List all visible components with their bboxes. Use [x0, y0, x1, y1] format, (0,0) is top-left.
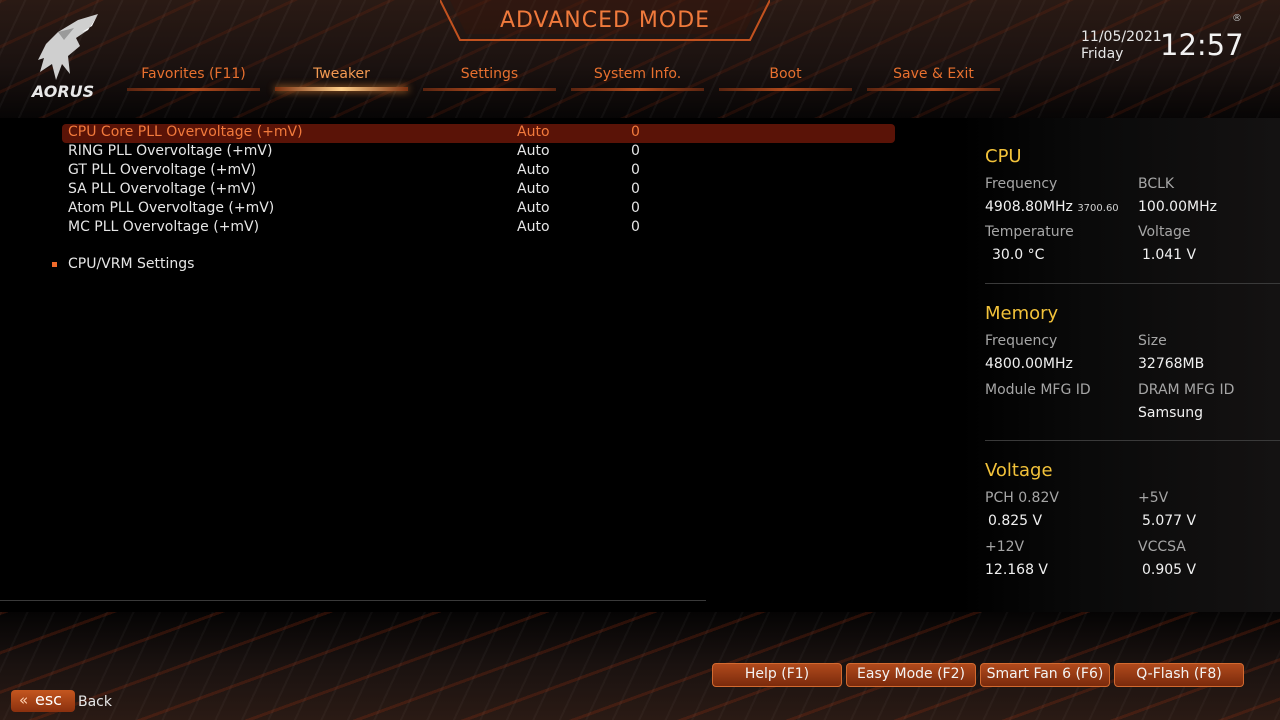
smart-fan-button[interactable]: Smart Fan 6 (F6) [980, 663, 1110, 687]
back-label[interactable]: Back [78, 694, 112, 710]
setting-label: GT PLL Overvoltage (+mV) [68, 162, 257, 178]
panel-separator [985, 283, 1280, 284]
memory-frequency-value: 4800.00MHz [985, 356, 1073, 372]
memory-frequency-label: Frequency [985, 333, 1058, 349]
setting-option: Auto [517, 200, 550, 216]
help-divider [0, 600, 706, 601]
setting-value: 0 [631, 219, 640, 235]
pch-value: 0.825 V [988, 513, 1043, 529]
cpu-voltage-value: 1.041 V [1142, 247, 1197, 263]
setting-value: 0 [631, 162, 640, 178]
cpu-frequency-label: Frequency [985, 176, 1058, 192]
p5v-label: +5V [1138, 490, 1169, 506]
submenu-label: CPU/VRM Settings [68, 256, 195, 272]
setting-label: MC PLL Overvoltage (+mV) [68, 219, 260, 235]
setting-row-sa-pll[interactable]: SA PLL Overvoltage (+mV) Auto 0 [62, 181, 895, 200]
setting-option: Auto [517, 124, 550, 140]
tab-underline [275, 87, 408, 91]
setting-row-cpu-core-pll[interactable]: CPU Core PLL Overvoltage (+mV) Auto 0 [62, 124, 895, 143]
setting-value: 0 [631, 124, 640, 140]
tab-label: Tweaker [313, 66, 370, 82]
tab-underline [423, 88, 556, 91]
panel-separator [985, 440, 1280, 441]
tab-underline [127, 88, 260, 91]
cpu-voltage-label: Voltage [1138, 224, 1191, 240]
setting-option: Auto [517, 162, 550, 178]
p12v-value: 12.168 V [985, 562, 1049, 578]
setting-value: 0 [631, 143, 640, 159]
tab-label: Favorites (F11) [141, 66, 246, 82]
tab-label: System Info. [593, 66, 682, 82]
setting-row-gt-pll[interactable]: GT PLL Overvoltage (+mV) Auto 0 [62, 162, 895, 181]
tab-label: Boot [769, 66, 802, 82]
setting-row-atom-pll[interactable]: Atom PLL Overvoltage (+mV) Auto 0 [62, 200, 895, 219]
cpu-frequency-value: 4908.80MHz 3700.60 [985, 199, 1119, 215]
cpu-heading: CPU [985, 146, 1022, 167]
setting-option: Auto [517, 143, 550, 159]
setting-label: CPU Core PLL Overvoltage (+mV) [68, 124, 303, 140]
tab-label: Save & Exit [893, 66, 974, 82]
esc-label: esc [35, 690, 62, 709]
vccsa-value: 0.905 V [1142, 562, 1197, 578]
tab-settings[interactable]: Settings [423, 66, 556, 91]
setting-value: 0 [631, 181, 640, 197]
cpu-frequency-sub: 3700.60 [1077, 203, 1119, 214]
pch-label: PCH 0.82V [985, 490, 1059, 506]
memory-heading: Memory [985, 303, 1059, 324]
help-button[interactable]: Help (F1) [712, 663, 842, 687]
p12v-label: +12V [985, 539, 1025, 555]
tab-underline [867, 88, 1000, 91]
submenu-bullet-icon [52, 262, 57, 267]
tab-underline [719, 88, 852, 91]
setting-row-ring-pll[interactable]: RING PLL Overvoltage (+mV) Auto 0 [62, 143, 895, 162]
p5v-value: 5.077 V [1142, 513, 1197, 529]
clock: 12:57 [1160, 28, 1244, 62]
registered-mark: ® [1232, 13, 1242, 24]
bclk-value: 100.00MHz [1138, 199, 1217, 215]
setting-label: Atom PLL Overvoltage (+mV) [68, 200, 275, 216]
brand-logo-text: AORUS [31, 82, 95, 101]
setting-label: RING PLL Overvoltage (+mV) [68, 143, 273, 159]
page-title: ADVANCED MODE [499, 8, 711, 33]
setting-row-mc-pll[interactable]: MC PLL Overvoltage (+mV) Auto 0 [62, 219, 895, 238]
tab-tweaker[interactable]: Tweaker [275, 66, 408, 91]
tab-save-exit[interactable]: Save & Exit [867, 66, 1000, 91]
dram-mfg-label: DRAM MFG ID [1138, 382, 1235, 398]
cpu-temperature-label: Temperature [985, 224, 1074, 240]
tab-favorites[interactable]: Favorites (F11) [127, 66, 260, 91]
day-text: Friday [1081, 46, 1124, 62]
settings-list: CPU Core PLL Overvoltage (+mV) Auto 0 RI… [62, 124, 895, 238]
date-text: 11/05/2021 [1081, 29, 1162, 45]
double-chevron-left-icon: « [19, 691, 29, 709]
tab-boot[interactable]: Boot [719, 66, 852, 91]
bclk-label: BCLK [1138, 176, 1175, 192]
easy-mode-button[interactable]: Easy Mode (F2) [846, 663, 976, 687]
dram-mfg-value: Samsung [1138, 405, 1204, 421]
memory-size-label: Size [1138, 333, 1167, 349]
memory-size-value: 32768MB [1138, 356, 1205, 372]
module-mfg-label: Module MFG ID [985, 382, 1091, 398]
cpu-temperature-value: 30.0 °C [992, 247, 1045, 263]
vccsa-label: VCCSA [1138, 539, 1186, 555]
tab-system-info[interactable]: System Info. [571, 66, 704, 91]
setting-option: Auto [517, 219, 550, 235]
tab-label: Settings [460, 66, 519, 82]
q-flash-button[interactable]: Q-Flash (F8) [1114, 663, 1244, 687]
setting-value: 0 [631, 200, 640, 216]
tab-underline [571, 88, 704, 91]
voltage-heading: Voltage [985, 460, 1053, 481]
setting-option: Auto [517, 181, 550, 197]
esc-button[interactable]: « esc [11, 690, 75, 712]
setting-label: SA PLL Overvoltage (+mV) [68, 181, 256, 197]
